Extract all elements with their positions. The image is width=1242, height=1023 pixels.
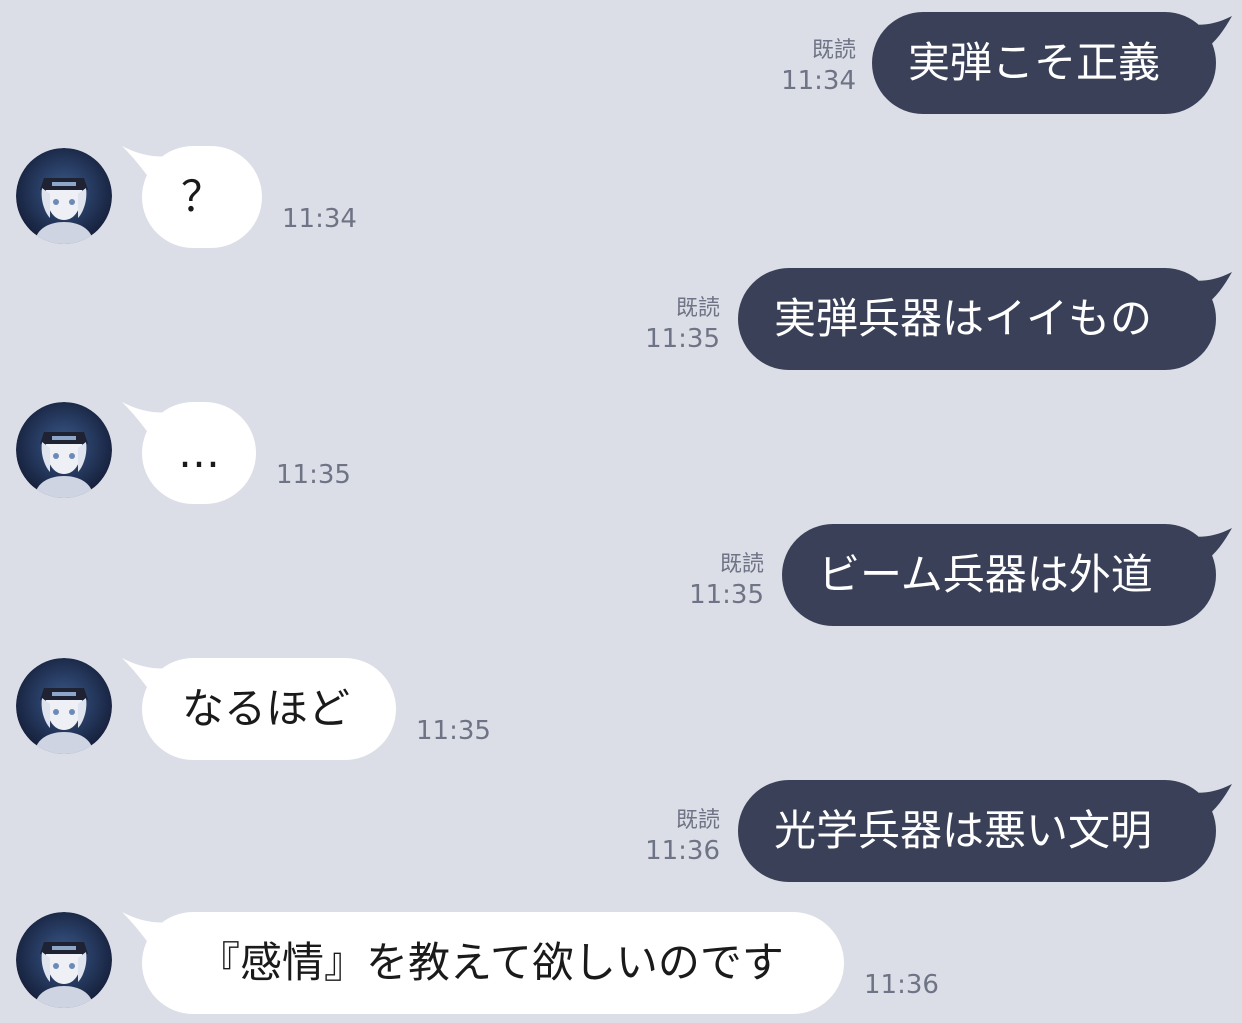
message-text: なるほど xyxy=(182,684,351,733)
outgoing-message-bubble[interactable]: ビーム兵器は外道 xyxy=(782,524,1232,626)
avatar[interactable] xyxy=(16,148,112,244)
message-text: … xyxy=(178,428,220,477)
bubble-tail-icon xyxy=(1186,272,1232,306)
message-time: 11:34 xyxy=(781,66,856,96)
incoming-message-bubble[interactable]: なるほど xyxy=(122,658,396,760)
message-time: 11:34 xyxy=(282,204,357,234)
message-row: … 11:35 xyxy=(0,402,1242,506)
bubble-tail-icon xyxy=(122,146,172,182)
message-row: ？ 11:34 xyxy=(0,146,1242,250)
bubble-tail-icon xyxy=(1186,528,1232,562)
android-girl-avatar-icon xyxy=(16,658,112,754)
chat-log: 既読 11:34 実弾こそ正義 ？ 11:34 既読 11:35 実弾兵器はイイ… xyxy=(0,0,1242,1023)
message-text: 実弾こそ正義 xyxy=(908,38,1161,87)
message-row: 『感情』を教えて欲しいのです 11:36 xyxy=(0,912,1242,1016)
message-row: 既読 11:35 ビーム兵器は外道 xyxy=(0,524,1242,628)
outgoing-message-bubble[interactable]: 光学兵器は悪い文明 xyxy=(738,780,1232,882)
bubble-tail-icon xyxy=(1186,16,1232,50)
bubble-tail-icon xyxy=(122,658,172,694)
avatar[interactable] xyxy=(16,912,112,1008)
message-meta: 既読 11:36 xyxy=(645,806,720,866)
message-row: 既読 11:36 光学兵器は悪い文明 xyxy=(0,780,1242,884)
incoming-message-bubble[interactable]: ？ xyxy=(122,146,262,248)
android-girl-avatar-icon xyxy=(16,402,112,498)
avatar[interactable] xyxy=(16,658,112,754)
read-receipt: 既読 xyxy=(811,38,856,63)
android-girl-avatar-icon xyxy=(16,148,112,244)
message-text: 実弾兵器はイイもの xyxy=(774,294,1153,343)
message-time: 11:35 xyxy=(645,324,720,354)
read-receipt: 既読 xyxy=(675,808,720,833)
message-time: 11:35 xyxy=(276,460,351,490)
message-time: 11:35 xyxy=(689,580,764,610)
message-text: ？ xyxy=(180,172,223,221)
message-row: なるほど 11:35 xyxy=(0,658,1242,762)
bubble-tail-icon xyxy=(122,402,172,438)
message-text: 『感情』を教えて欲しいのです xyxy=(198,938,784,987)
message-meta: 既読 11:35 xyxy=(689,550,764,610)
message-time: 11:36 xyxy=(864,970,939,1000)
message-time: 11:35 xyxy=(416,716,491,746)
avatar[interactable] xyxy=(16,402,112,498)
outgoing-message-bubble[interactable]: 実弾兵器はイイもの xyxy=(738,268,1232,370)
message-text: ビーム兵器は外道 xyxy=(818,550,1153,599)
read-receipt: 既読 xyxy=(719,552,764,577)
outgoing-message-bubble[interactable]: 実弾こそ正義 xyxy=(872,12,1232,114)
message-meta: 既読 11:34 xyxy=(781,36,856,96)
message-text: 光学兵器は悪い文明 xyxy=(774,806,1153,855)
message-time: 11:36 xyxy=(645,836,720,866)
message-row: 既読 11:35 実弾兵器はイイもの xyxy=(0,268,1242,372)
read-receipt: 既読 xyxy=(675,296,720,321)
incoming-message-bubble[interactable]: … xyxy=(122,402,256,504)
bubble-tail-icon xyxy=(1186,784,1232,818)
message-meta: 既読 11:35 xyxy=(645,294,720,354)
bubble-tail-icon xyxy=(122,912,172,948)
incoming-message-bubble[interactable]: 『感情』を教えて欲しいのです xyxy=(122,912,844,1014)
android-girl-avatar-icon xyxy=(16,912,112,1008)
message-row: 既読 11:34 実弾こそ正義 xyxy=(0,12,1242,116)
